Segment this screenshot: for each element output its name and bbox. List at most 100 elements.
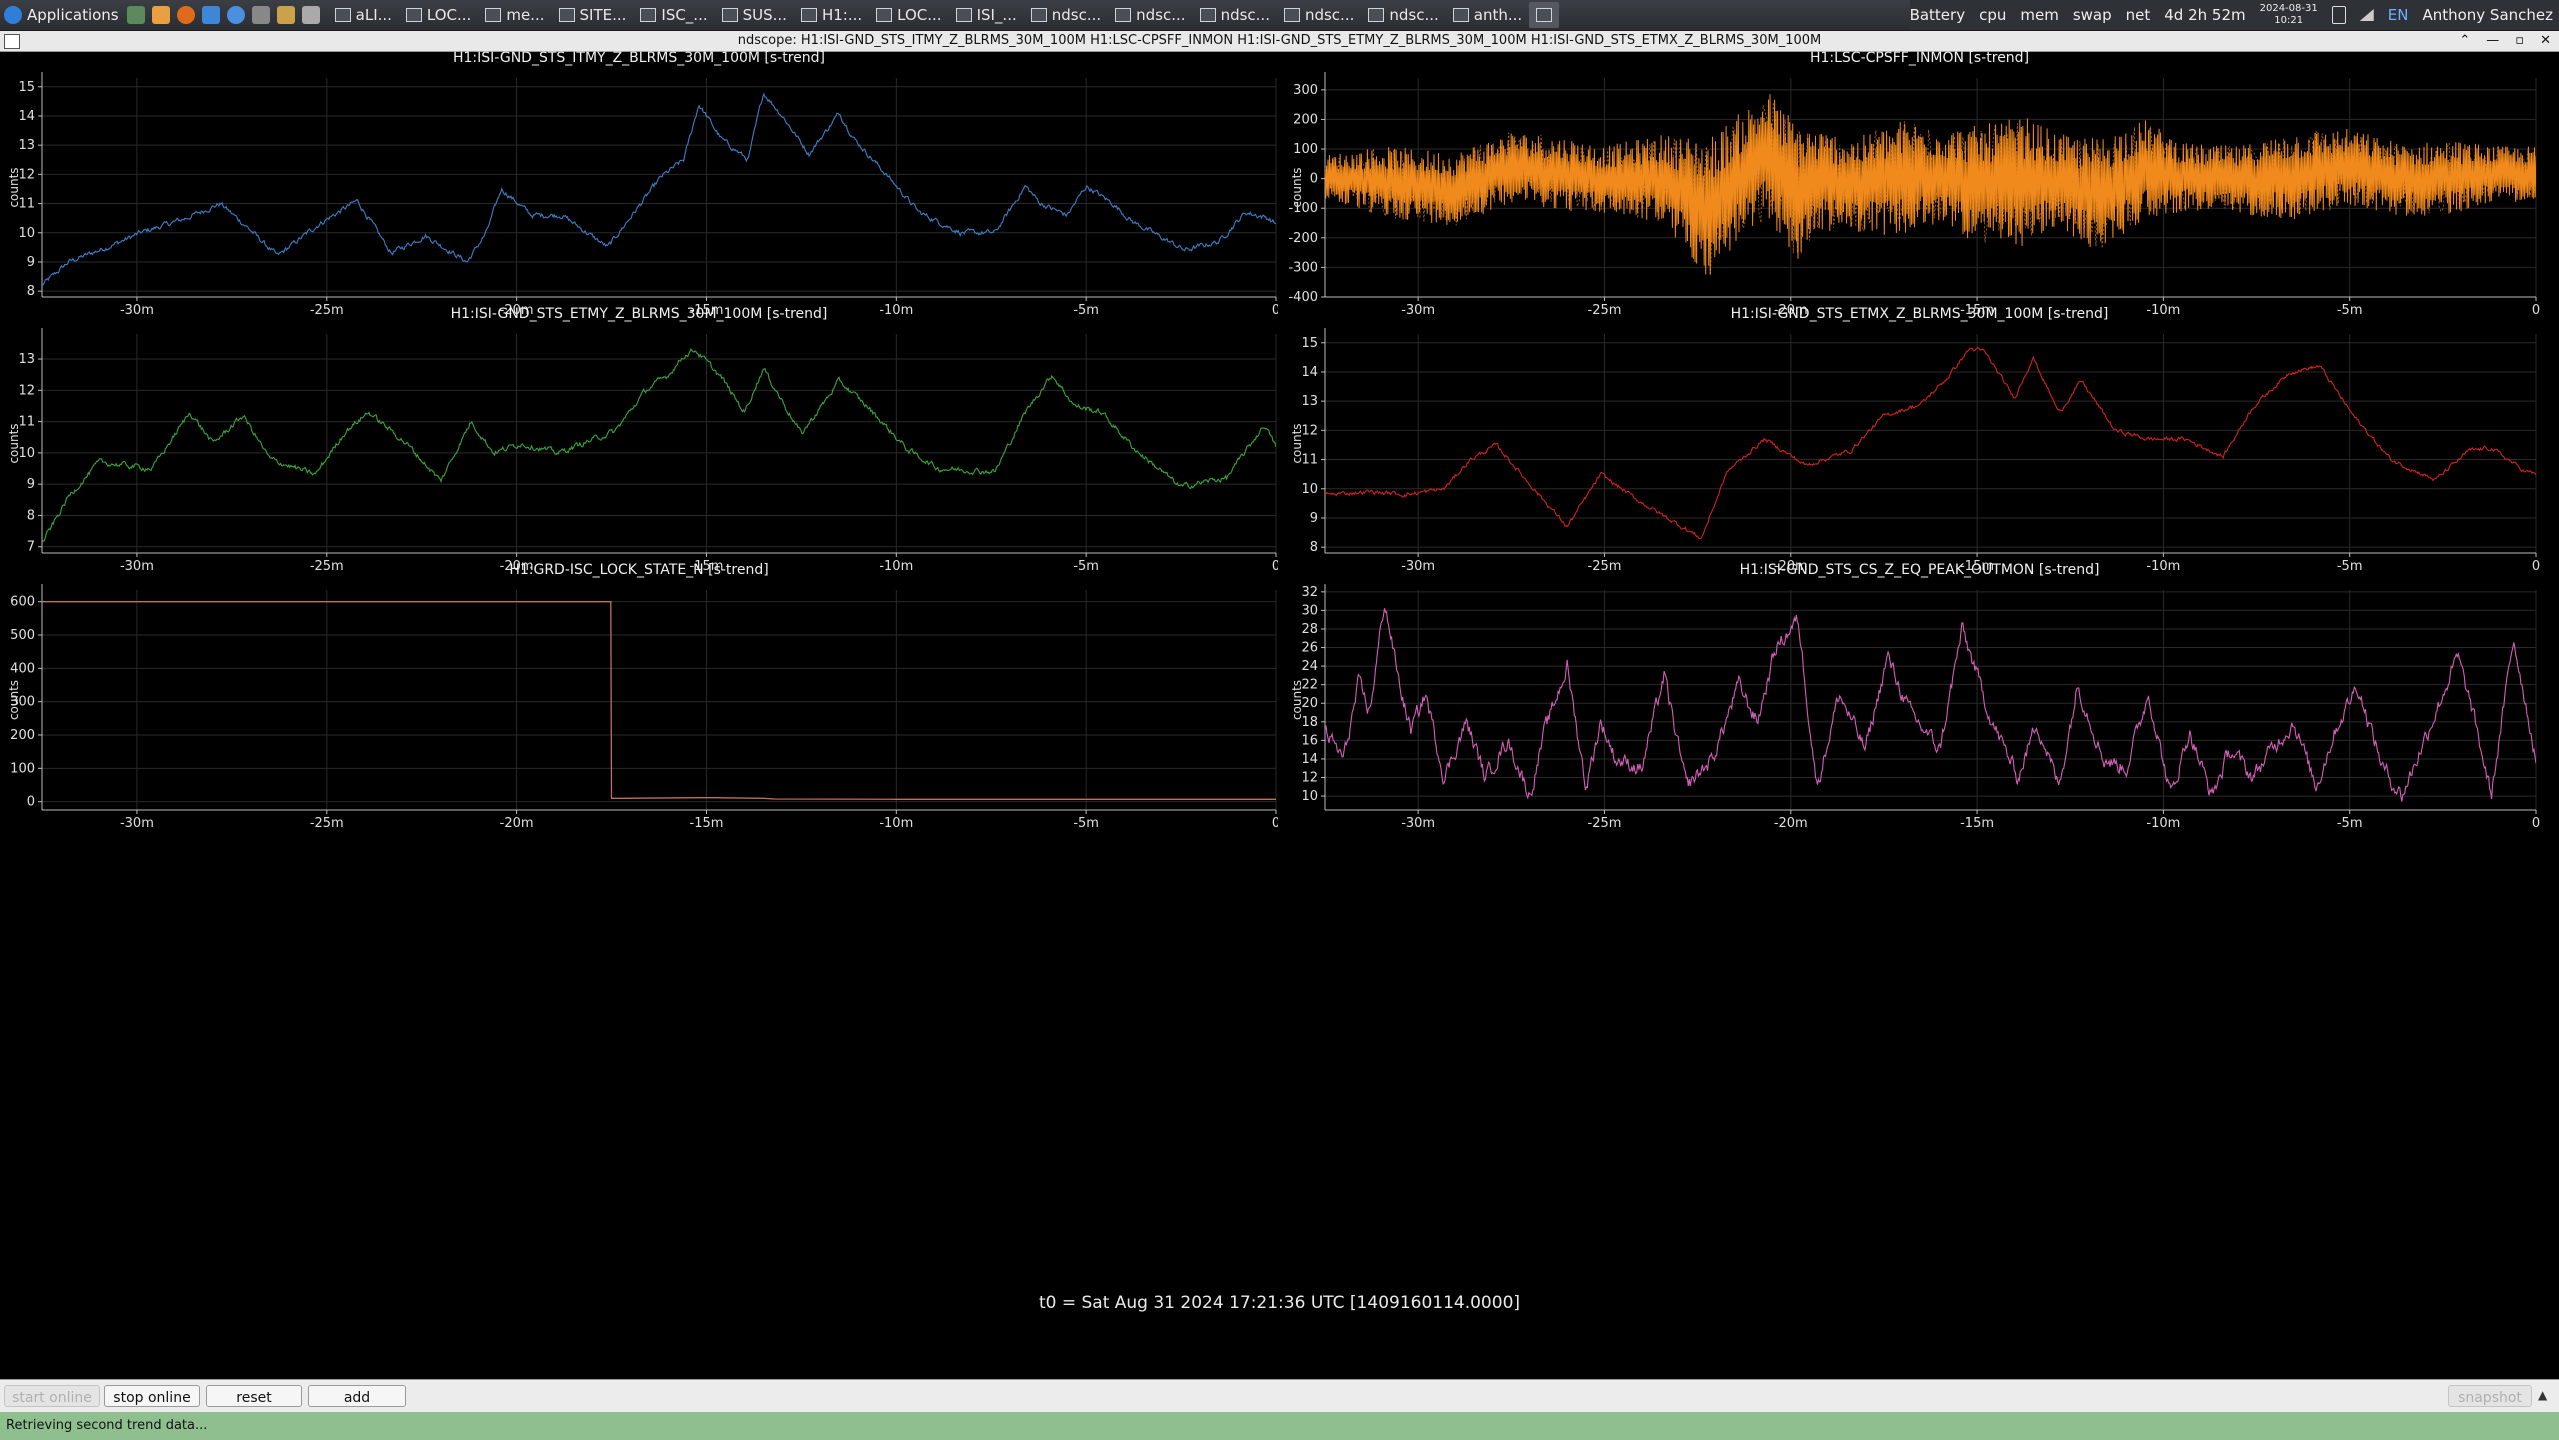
window-icon: [640, 8, 657, 22]
taskbar-task[interactable]: ndsc...: [1024, 2, 1108, 28]
plot-canvas[interactable]: -30m -25m -20m -15m -10m -5m 0-400-300-200-100…: [1280, 52, 2559, 332]
plot-panel[interactable]: H1:ISI-GND_STS_ETMX_Z_BLRMS_30M_100M [s-…: [1280, 306, 2559, 588]
swap-monitor[interactable]: swap: [2073, 6, 2112, 24]
y-tick-label: 10: [1301, 789, 1318, 804]
taskbar-task[interactable]: ndsc...: [1108, 2, 1192, 28]
shade-icon[interactable]: ⌃: [2459, 31, 2470, 51]
x-tick-label: -20m: [500, 816, 534, 831]
x-tick-label: 0: [1272, 816, 1278, 831]
clock[interactable]: 2024-08-31 10:21: [2260, 3, 2318, 27]
snapshot-button[interactable]: snapshot: [2448, 1385, 2532, 1407]
plot-canvas[interactable]: -30m -25m -20m -15m -10m -5m 089101112131415co…: [1280, 308, 2559, 588]
taskbar-task[interactable]: LOC...: [399, 2, 478, 28]
taskbar-task[interactable]: me...: [478, 2, 551, 28]
system-tray: Battery cpu mem swap net 4d 2h 52m 2024-…: [1909, 0, 2559, 30]
window-icon: [558, 8, 575, 22]
x-tick-label: -10m: [879, 816, 913, 831]
x-tick-label: -30m: [120, 816, 154, 831]
plot-area: H1:ISI-GND_STS_ITMY_Z_BLRMS_30M_100M [s-…: [0, 50, 2559, 1378]
window-icon[interactable]: [4, 34, 20, 49]
maximize-icon[interactable]: ▫: [2515, 31, 2524, 51]
keyboard-language[interactable]: EN: [2388, 6, 2409, 24]
taskbar-task[interactable]: H1:...: [794, 2, 869, 28]
minimize-icon[interactable]: —: [2486, 31, 2499, 51]
series-line: [42, 601, 1276, 800]
x-tick-label: -30m: [1401, 816, 1435, 831]
y-tick-label: 300: [1293, 83, 1318, 98]
cpu-monitor[interactable]: cpu: [1979, 6, 2006, 24]
taskbar-task[interactable]: SUS...: [715, 2, 794, 28]
stop-online-button[interactable]: stop online: [104, 1385, 200, 1407]
plot-canvas[interactable]: -30m -25m -20m -15m -10m -5m 078910111213count…: [0, 308, 1278, 588]
taskbar-task[interactable]: SITE...: [552, 2, 634, 28]
mem-monitor[interactable]: mem: [2020, 6, 2058, 24]
y-tick-label: 0: [27, 795, 35, 810]
plot-canvas[interactable]: -30m -25m -20m -15m -10m -5m 00100200300400500…: [0, 564, 1278, 856]
grid: [1325, 590, 2537, 810]
plot-panel[interactable]: H1:LSC-CPSFF_INMON [s-trend] -30m -25m -20m…: [1280, 50, 2559, 332]
taskbar-task[interactable]: anth...: [1446, 2, 1529, 28]
plot-panel[interactable]: H1:ISI-GND_STS_ETMY_Z_BLRMS_30M_100M [s-…: [0, 306, 1278, 588]
plot-canvas[interactable]: -30m -25m -20m -15m -10m -5m 089101112131415co…: [0, 52, 1278, 332]
plot-panel[interactable]: H1:GRD-ISC_LOCK_STATE_N [s-trend] -30m -25…: [0, 562, 1278, 856]
data-series: [42, 601, 1276, 800]
taskbar-task[interactable]: aLI...: [328, 2, 399, 28]
grid: [1325, 334, 2537, 553]
taskbar-task-label: ISC_...: [661, 6, 708, 24]
taskbar-task[interactable]: ndsc...: [1361, 2, 1445, 28]
x-tick-label: -15m: [690, 816, 724, 831]
y-tick-label: 8: [1310, 540, 1318, 555]
y-axis-label: counts: [1290, 423, 1304, 463]
start-online-button[interactable]: start online: [4, 1385, 100, 1407]
y-tick-label: 30: [1301, 603, 1318, 618]
window-icon: [1452, 8, 1469, 22]
taskbar-task-label: aLI...: [355, 6, 392, 24]
window-icon: [485, 8, 502, 22]
data-series: [42, 348, 1276, 543]
y-tick-label: 13: [18, 138, 35, 153]
chevron-up-icon[interactable]: ▲: [2538, 1388, 2547, 1402]
x-tick-label: -25m: [310, 816, 344, 831]
terminal-icon[interactable]: [126, 6, 145, 24]
folder-icon[interactable]: [201, 6, 220, 24]
plot-panel[interactable]: H1:ISI-GND_STS_ITMY_Z_BLRMS_30M_100M [s-…: [0, 50, 1278, 332]
close-icon[interactable]: ✕: [2540, 31, 2551, 51]
y-tick-label: 15: [1301, 336, 1318, 351]
file-manager-icon[interactable]: [151, 6, 170, 24]
reset-button[interactable]: reset: [206, 1385, 302, 1407]
y-tick-label: 32: [1301, 585, 1318, 600]
quick-launchers: [126, 6, 320, 24]
power-icon[interactable]: [2331, 6, 2346, 24]
battery-monitor[interactable]: Battery: [1910, 6, 1966, 24]
plot-panel[interactable]: H1:ISI-GND_STS_CS_Z_EQ_PEAK_OUTMON [s-tr…: [1280, 562, 2559, 856]
taskbar-task[interactable]: ndsc...: [1193, 2, 1277, 28]
y-tick-label: 9: [1310, 511, 1318, 526]
y-tick-label: 12: [1301, 771, 1318, 786]
taskbar-task-label: ISI_...: [976, 6, 1017, 24]
user-name[interactable]: Anthony Sanchez: [2422, 6, 2553, 24]
share-icon[interactable]: [251, 6, 270, 24]
taskbar-task-label: ndsc...: [1051, 6, 1102, 24]
network-icon[interactable]: [2359, 9, 2374, 21]
y-tick-label: -300: [1288, 260, 1318, 275]
x-tick-label: -5m: [1073, 816, 1099, 831]
taskbar-task[interactable]: ISC_...: [633, 2, 714, 28]
plot-canvas[interactable]: -30m -25m -20m -15m -10m -5m 01012141618202224…: [1280, 564, 2559, 856]
taskbar-task[interactable]: ndsc...: [1277, 2, 1361, 28]
editor-icon[interactable]: [301, 6, 320, 24]
net-monitor[interactable]: net: [2126, 6, 2151, 24]
chrome-icon[interactable]: [226, 6, 245, 24]
taskbar-task-label: ndsc...: [1304, 6, 1355, 24]
window-icon: [1536, 8, 1553, 22]
y-axis-label: counts: [1290, 680, 1304, 720]
applications-menu[interactable]: Applications: [0, 6, 119, 24]
y-tick-label: 200: [1293, 112, 1318, 127]
people-icon[interactable]: [276, 6, 295, 24]
firefox-icon[interactable]: [176, 6, 195, 24]
taskbar-task[interactable]: ISI_...: [949, 2, 1024, 28]
window-icon: [405, 8, 422, 22]
y-tick-label: 500: [10, 628, 35, 643]
taskbar-task[interactable]: LOC...: [869, 2, 948, 28]
add-channels-button[interactable]: add channels: [308, 1385, 406, 1428]
taskbar-task-active[interactable]: [1529, 2, 1560, 28]
